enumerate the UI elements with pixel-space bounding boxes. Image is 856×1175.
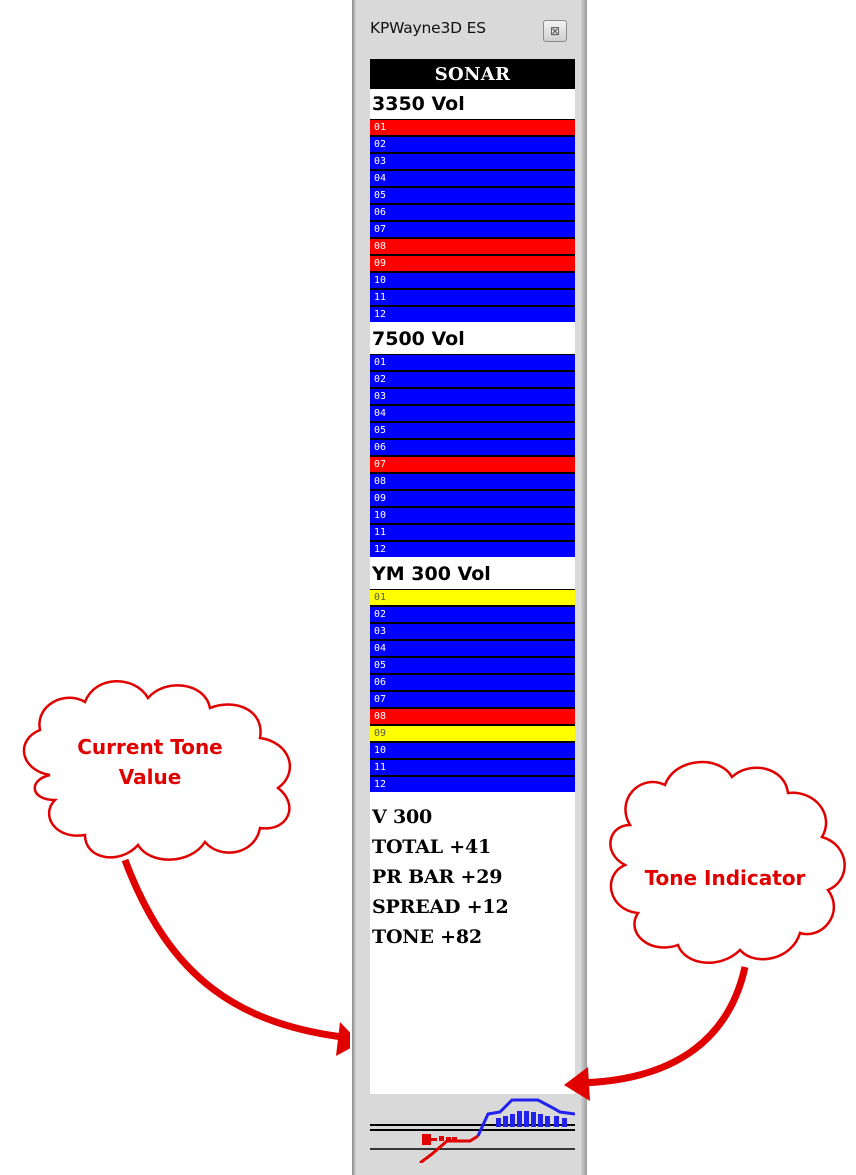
group-3350: 3350 Vol 01 02 03 04 05 06 07 08 09 10 11 12 bbox=[370, 89, 575, 322]
meter-row-07: 07 bbox=[370, 692, 575, 707]
meter-row-12: 12 bbox=[370, 542, 575, 557]
stat-pr-bar: PR BAR +29 bbox=[372, 866, 503, 888]
meter-row-02: 02 bbox=[370, 372, 575, 387]
group-title-3350: 3350 Vol bbox=[370, 89, 575, 119]
meter-row-10: 10 bbox=[370, 273, 575, 288]
group-title-ym300: YM 300 Vol bbox=[370, 559, 575, 589]
arrow-curve-right bbox=[579, 966, 749, 1087]
meter-row-06: 06 bbox=[370, 440, 575, 455]
meter-row-02: 02 bbox=[370, 137, 575, 152]
meter-row-01: 01 bbox=[370, 590, 575, 605]
tone-indicator-annotation: Tone Indicator bbox=[560, 745, 856, 1115]
indicator-panel: SONAR 3350 Vol 01 02 03 04 05 06 07 08 09 10 11 12 … bbox=[370, 59, 575, 1163]
indicator-baselines bbox=[370, 1124, 575, 1150]
meter-row-03: 03 bbox=[370, 389, 575, 404]
stat-tone: TONE +82 bbox=[372, 926, 482, 948]
close-icon[interactable]: ⊠ bbox=[543, 20, 567, 42]
meter-row-10: 10 bbox=[370, 743, 575, 758]
meter-row-02: 02 bbox=[370, 607, 575, 622]
meter-row-07: 07 bbox=[370, 222, 575, 237]
meter-row-01: 01 bbox=[370, 355, 575, 370]
arrow-curve-left bbox=[121, 858, 350, 1042]
meter-row-04: 04 bbox=[370, 641, 575, 656]
meter-row-06: 06 bbox=[370, 675, 575, 690]
stat-spread: SPREAD +12 bbox=[372, 896, 509, 918]
tone-indicator-chart bbox=[370, 1094, 575, 1163]
meter-row-11: 11 bbox=[370, 525, 575, 540]
meter-row-03: 03 bbox=[370, 154, 575, 169]
meter-row-03: 03 bbox=[370, 624, 575, 639]
group-ym300: YM 300 Vol 01 02 03 04 05 06 07 08 09 10 11 12 bbox=[370, 559, 575, 792]
stats-block: V 300 TOTAL +41 PR BAR +29 SPREAD +12 TO… bbox=[370, 794, 575, 952]
meter-row-05: 05 bbox=[370, 423, 575, 438]
panel-header: SONAR bbox=[370, 59, 575, 89]
current-tone-label-1: Current Tone bbox=[77, 735, 223, 759]
arrow-head-right bbox=[564, 1067, 590, 1101]
meter-row-09: 09 bbox=[370, 726, 575, 741]
meter-row-06: 06 bbox=[370, 205, 575, 220]
meter-row-08: 08 bbox=[370, 709, 575, 724]
window-title: KPWayne3D ES bbox=[370, 19, 486, 37]
group-7500: 7500 Vol 01 02 03 04 05 06 07 08 09 10 11 12 bbox=[370, 324, 575, 557]
meter-row-05: 05 bbox=[370, 188, 575, 203]
title-bar[interactable]: KPWayne3D ES ⊠ bbox=[356, 12, 581, 46]
meter-row-05: 05 bbox=[370, 658, 575, 673]
meter-row-04: 04 bbox=[370, 171, 575, 186]
meter-row-07: 07 bbox=[370, 457, 575, 472]
indicator-window: KPWayne3D ES ⊠ SONAR 3350 Vol 01 02 03 04 05… bbox=[356, 0, 581, 1175]
meter-row-10: 10 bbox=[370, 508, 575, 523]
group-rows-3350: 01 02 03 04 05 06 07 08 09 10 11 12 bbox=[370, 119, 575, 322]
meter-row-09: 09 bbox=[370, 491, 575, 506]
meter-row-04: 04 bbox=[370, 406, 575, 421]
stat-total: TOTAL +41 bbox=[372, 836, 492, 858]
group-rows-7500: 01 02 03 04 05 06 07 08 09 10 11 12 bbox=[370, 354, 575, 557]
current-tone-label-2: Value bbox=[118, 765, 182, 789]
meter-row-08: 08 bbox=[370, 239, 575, 254]
meter-row-11: 11 bbox=[370, 290, 575, 305]
tone-indicator-label: Tone Indicator bbox=[644, 866, 806, 890]
meter-row-01: 01 bbox=[370, 120, 575, 135]
meter-row-09: 09 bbox=[370, 256, 575, 271]
group-title-7500: 7500 Vol bbox=[370, 324, 575, 354]
meter-row-12: 12 bbox=[370, 777, 575, 792]
meter-row-08: 08 bbox=[370, 474, 575, 489]
meter-row-12: 12 bbox=[370, 307, 575, 322]
meter-row-11: 11 bbox=[370, 760, 575, 775]
current-tone-annotation: Current Tone Value bbox=[10, 660, 350, 1070]
arrow-head-left bbox=[336, 1022, 350, 1056]
group-rows-ym300: 01 02 03 04 05 06 07 08 09 10 11 12 bbox=[370, 589, 575, 792]
indicator-histogram-bars bbox=[496, 1111, 567, 1127]
stat-v: V 300 bbox=[372, 806, 433, 828]
